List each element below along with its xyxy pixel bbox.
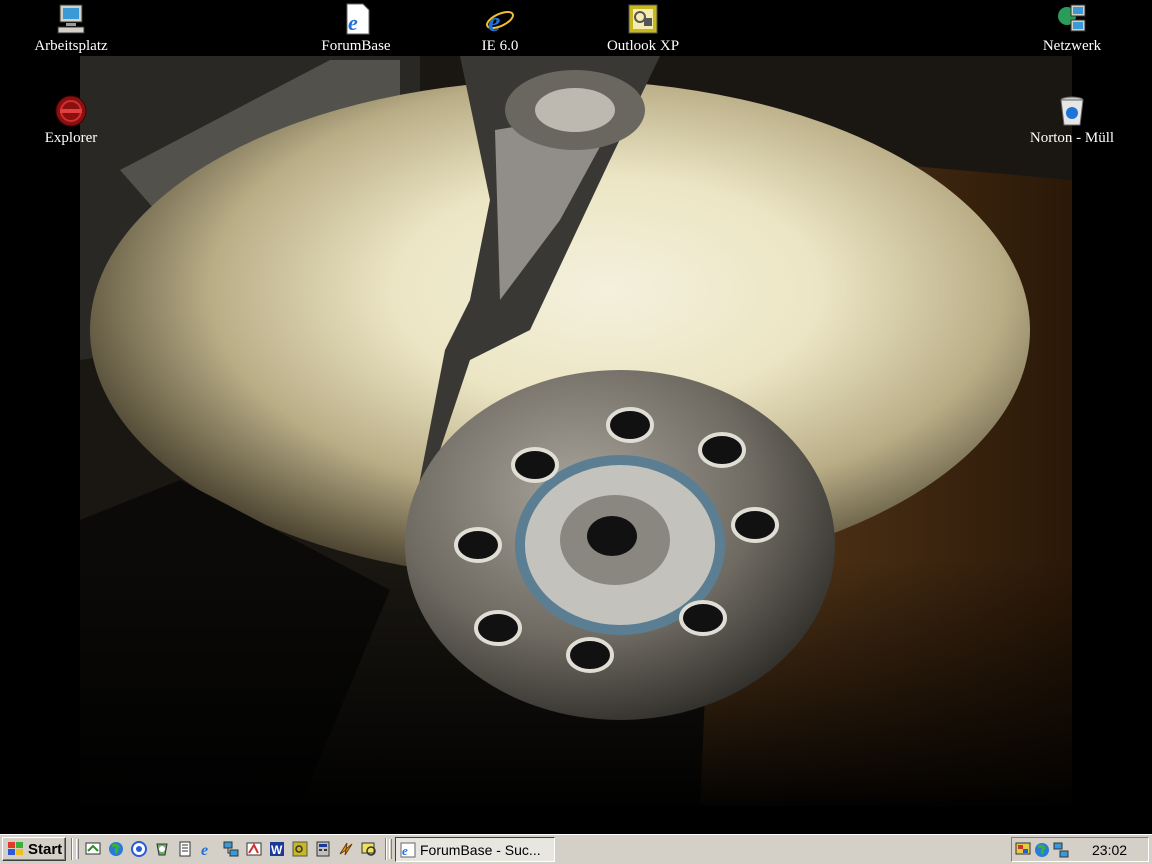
desktop-icon-explorer[interactable]: Explorer — [16, 94, 126, 147]
network-icon[interactable] — [223, 841, 239, 857]
windows-logo-icon — [8, 842, 23, 855]
desktop-icon-label: Norton - Müll — [1029, 130, 1115, 146]
ie-icon: e — [400, 842, 416, 858]
desktop-icon-netzwerk[interactable]: Netzwerk — [1017, 2, 1127, 55]
toolbar-grip[interactable] — [76, 839, 79, 859]
show-desktop-icon[interactable] — [85, 841, 101, 857]
svg-text:W: W — [271, 843, 283, 857]
ie-document-icon: e — [346, 3, 370, 35]
desktop-icon-label: Explorer — [44, 130, 98, 146]
desktop-icon-label: Arbeitsplatz — [34, 38, 108, 54]
explorer-icon — [55, 95, 87, 127]
separator — [71, 838, 73, 860]
desktop-icon-arbeitsplatz[interactable]: Arbeitsplatz — [16, 2, 126, 55]
start-label: Start — [28, 840, 63, 858]
clock[interactable]: 23:02 — [1092, 842, 1127, 858]
network-icon — [1058, 4, 1086, 32]
desktop-icon-outlook[interactable]: Outlook XP — [588, 2, 698, 55]
svg-text:e: e — [201, 842, 208, 857]
desktop-icon-label: Outlook XP — [606, 38, 680, 54]
svg-text:e: e — [348, 10, 358, 35]
recycle-bin-icon — [1060, 96, 1084, 126]
notepad-icon[interactable] — [177, 841, 193, 857]
desktop-icon-label: Netzwerk — [1042, 38, 1102, 54]
search-icon[interactable] — [131, 841, 147, 857]
recycle-icon[interactable] — [154, 841, 170, 857]
desktop-icon-label: ForumBase — [321, 38, 391, 54]
display-icon[interactable] — [1015, 842, 1031, 858]
toolbar-grip[interactable] — [389, 839, 392, 859]
paint-icon[interactable] — [246, 841, 262, 857]
svg-text:e: e — [402, 843, 408, 858]
svg-text:e: e — [488, 7, 500, 36]
desktop-icon-label: IE 6.0 — [481, 38, 519, 54]
globe-icon[interactable] — [1034, 842, 1050, 858]
network-icon[interactable] — [1053, 842, 1069, 858]
separator — [385, 838, 387, 860]
taskbar-button-label: ForumBase - Suc... — [420, 841, 541, 858]
image-viewer-icon[interactable] — [361, 841, 377, 857]
calc-icon[interactable] — [315, 841, 331, 857]
taskbar-button-forumbase[interactable]: e ForumBase - Suc... — [395, 837, 555, 862]
ie-icon: e — [486, 7, 514, 36]
taskbar: Start e W e ForumBase - Suc... 23:02 — [0, 834, 1152, 864]
ie-icon[interactable]: e — [200, 841, 216, 857]
wallpaper-hard-disk — [0, 0, 1152, 834]
word-icon[interactable]: W — [269, 841, 285, 857]
outlook-icon — [628, 4, 658, 34]
system-tray: 23:02 — [1011, 837, 1149, 862]
desktop-icon-ie[interactable]: e IE 6.0 — [445, 2, 555, 55]
desktop-icon-norton[interactable]: Norton - Müll — [1017, 94, 1127, 147]
winamp-icon[interactable] — [338, 841, 354, 857]
outlook-icon[interactable] — [292, 841, 308, 857]
globe-icon[interactable] — [108, 841, 124, 857]
desktop-icon-forumbase[interactable]: e ForumBase — [301, 2, 411, 55]
computer-icon — [57, 4, 85, 34]
start-button[interactable]: Start — [2, 837, 66, 861]
